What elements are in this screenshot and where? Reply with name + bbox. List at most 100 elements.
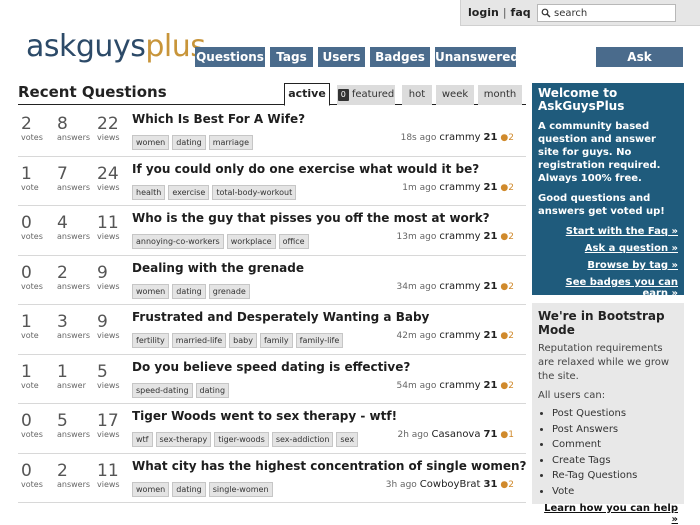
nav-unanswered[interactable]: Unanswered (435, 47, 519, 67)
vote-count-value: 2 (21, 114, 32, 134)
tag-grenade[interactable]: grenade (208, 283, 250, 299)
permission-item: Create Tags (552, 453, 678, 469)
question-title-link[interactable]: If you could only do one exercise what w… (132, 162, 479, 176)
question-tags: fertility married-life baby family family-li… (132, 328, 346, 348)
see-badges-link[interactable]: See badges you can earn » (538, 277, 678, 299)
tag-workplace[interactable]: workplace (226, 234, 276, 249)
tag-dating[interactable]: dating (172, 135, 206, 150)
tag-fertility[interactable]: fertility (132, 333, 169, 348)
question-time[interactable]: 54m ago (397, 381, 437, 391)
user-name-link[interactable]: Casanova (432, 429, 481, 440)
permission-item: Vote (552, 484, 678, 500)
login-link[interactable]: login (468, 6, 499, 19)
tag-health[interactable]: health (132, 184, 166, 200)
tag-exercise[interactable]: exercise (168, 184, 210, 200)
question-time[interactable]: 3h ago (386, 480, 417, 490)
tag-office[interactable]: office (278, 234, 309, 249)
tag-dating[interactable]: dating (172, 283, 206, 299)
user-name-link[interactable]: crammy (439, 182, 480, 193)
tag-annoying-co-workers[interactable]: annoying-co-workers (132, 234, 224, 249)
tag-wtf[interactable]: wtf (132, 432, 153, 447)
answer-count-value: 4 (57, 213, 68, 233)
user-name-link[interactable]: crammy (439, 380, 480, 391)
user-name-link[interactable]: crammy (439, 231, 480, 242)
tag-women[interactable]: women (132, 283, 170, 299)
question-title-link[interactable]: Frustrated and Desperately Wanting a Bab… (132, 310, 429, 324)
view-count-label: views (97, 133, 120, 142)
user-name-link[interactable]: crammy (439, 281, 480, 292)
tag-family-life[interactable]: family-life (295, 333, 344, 348)
tag-married-life[interactable]: married-life (171, 333, 227, 348)
nav-badges[interactable]: Badges (370, 47, 430, 67)
question-title-link[interactable]: Do you believe speed dating is effective… (132, 360, 410, 374)
tag-speed-dating[interactable]: speed-dating (132, 382, 193, 398)
user-badge-count: ●2 (500, 331, 514, 341)
user-badge-count: ●2 (500, 380, 514, 391)
user-name-link[interactable]: crammy (439, 330, 480, 341)
nav-users[interactable]: Users (318, 47, 365, 67)
question-time[interactable]: 2h ago (398, 430, 429, 440)
ask-question-link[interactable]: Ask a question » (538, 243, 678, 254)
question-time[interactable]: 1m ago (402, 183, 436, 193)
tag-women[interactable]: women (132, 481, 170, 497)
question-tags: speed-dating dating (132, 378, 232, 398)
search-input[interactable] (552, 5, 674, 21)
vote-count: 0 votes (21, 462, 43, 490)
user-reputation: 21 (483, 231, 498, 242)
tag-total-body-workout[interactable]: total-body-workout (212, 184, 297, 200)
question-time[interactable]: 18s ago (401, 133, 437, 143)
tag-marriage[interactable]: marriage (208, 135, 253, 150)
tab-active[interactable]: active (284, 83, 330, 106)
question-row: 0 votes 2 answers 11 views What city has the h… (18, 454, 527, 503)
vote-count: 1 vote (21, 165, 39, 193)
user-reputation: 21 (483, 280, 498, 292)
search-icon (541, 8, 551, 18)
question-time[interactable]: 34m ago (397, 282, 437, 292)
tab-week[interactable]: week (436, 85, 474, 105)
permission-item: Post Questions (552, 406, 678, 422)
question-time[interactable]: 13m ago (397, 232, 437, 242)
tab-featured[interactable]: 0 featured (337, 85, 395, 105)
search-box[interactable] (537, 4, 676, 22)
tag-sex[interactable]: sex (336, 432, 359, 447)
tag-baby[interactable]: baby (229, 333, 257, 348)
tab-hot[interactable]: hot (402, 85, 432, 105)
learn-how-to-help-link[interactable]: Learn how you can help » (538, 503, 678, 525)
question-time[interactable]: 42m ago (397, 331, 437, 341)
question-meta: 34m ago crammy 21 ●2 (397, 281, 514, 292)
question-title-link[interactable]: Tiger Woods went to sex therapy - wtf! (132, 409, 397, 423)
tag-tiger-woods[interactable]: tiger-woods (214, 432, 269, 447)
tag-sex-therapy[interactable]: sex-therapy (155, 432, 212, 447)
answer-count-value: 5 (57, 411, 68, 431)
answer-count-label: answers (57, 182, 91, 192)
answer-count-value: 2 (57, 262, 68, 283)
nav-questions[interactable]: Questions (195, 47, 265, 67)
bootstrap-description: Reputation requirements are relaxed whil… (538, 343, 670, 382)
question-meta: 2h ago Casanova 71 ●1 (398, 429, 515, 440)
tag-family[interactable]: family (259, 333, 293, 348)
user-name-link[interactable]: CowboyBrat (420, 479, 481, 490)
tag-dating[interactable]: dating (195, 382, 230, 398)
tag-single-women[interactable]: single-women (208, 481, 273, 497)
site-logo[interactable]: askguysplus (26, 30, 206, 64)
tag-sex-addiction[interactable]: sex-addiction (271, 432, 334, 447)
view-count: 22 views (97, 115, 120, 143)
nav-tags[interactable]: Tags (270, 47, 313, 67)
question-title-link[interactable]: Who is the guy that pisses you off the m… (132, 211, 490, 225)
tag-dating[interactable]: dating (172, 481, 206, 497)
question-title-link[interactable]: Dealing with the grenade (132, 261, 304, 275)
browse-by-tag-link[interactable]: Browse by tag » (538, 260, 678, 271)
tab-month[interactable]: month (478, 85, 522, 105)
view-count: 11 views (97, 462, 120, 490)
question-title-link[interactable]: Which Is Best For A Wife? (132, 112, 305, 126)
question-title-link[interactable]: What city has the highest concentration … (132, 459, 527, 473)
question-meta: 54m ago crammy 21 ●2 (397, 380, 514, 391)
ask-question-button[interactable]: Ask Question (596, 47, 683, 84)
answer-count-value: 7 (57, 163, 68, 184)
view-count-label: views (97, 479, 120, 489)
user-name-link[interactable]: crammy (439, 132, 480, 143)
faq-link[interactable]: faq (511, 6, 531, 19)
vote-count-label: votes (21, 430, 43, 439)
tag-women[interactable]: women (132, 135, 170, 150)
faq-start-link[interactable]: Start with the Faq » (538, 226, 678, 237)
